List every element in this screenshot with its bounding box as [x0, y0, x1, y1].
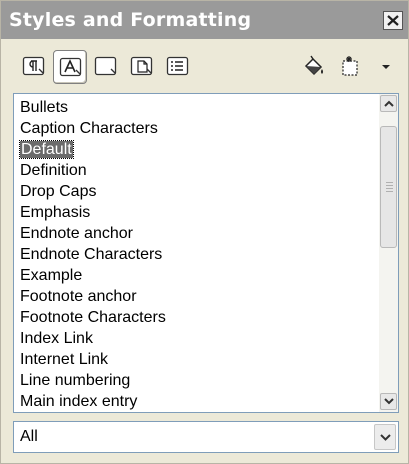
scroll-up-button[interactable]: [380, 95, 397, 112]
frame-styles-icon: [94, 56, 117, 76]
list-item[interactable]: Footnote anchor: [20, 287, 137, 307]
chevron-down-icon: [380, 434, 391, 441]
page-styles-icon: [130, 56, 153, 76]
page-styles-button[interactable]: [125, 50, 159, 84]
filter-value: All: [20, 428, 38, 445]
style-family-toolbar: [1, 45, 408, 95]
thumb-grip: [386, 185, 393, 186]
list-styles-button[interactable]: [161, 50, 195, 84]
list-item[interactable]: Bullets: [20, 98, 68, 118]
list-item[interactable]: Index Link: [20, 329, 93, 349]
filter-dropdown-button[interactable]: [374, 424, 396, 450]
list-item[interactable]: Endnote Characters: [20, 245, 162, 265]
frame-styles-button[interactable]: [89, 50, 123, 84]
styles-and-formatting-window: Styles and Formatting Bullets Caption Ch…: [0, 0, 409, 464]
list-item[interactable]: Main index entry: [20, 392, 137, 412]
thumb-grip: [386, 182, 393, 183]
style-filter-select[interactable]: All: [13, 421, 399, 453]
close-icon: [387, 15, 399, 26]
thumb-grip: [386, 191, 393, 192]
paragraph-styles-icon: [22, 56, 45, 76]
chevron-down-icon: [384, 398, 394, 405]
list-item[interactable]: Drop Caps: [20, 182, 96, 202]
list-item[interactable]: Endnote anchor: [20, 224, 133, 244]
window-title: Styles and Formatting: [9, 9, 252, 31]
list-item[interactable]: Definition: [20, 161, 87, 181]
list-item[interactable]: Line numbering: [20, 371, 130, 391]
list-item-selected[interactable]: Default: [19, 140, 74, 160]
list-item[interactable]: Caption Characters: [20, 119, 158, 139]
chevron-up-icon: [384, 100, 394, 107]
paragraph-styles-button[interactable]: [17, 50, 51, 84]
list-styles-icon: [166, 56, 189, 76]
paint-bucket-icon: [304, 55, 323, 76]
character-styles-icon: [59, 57, 82, 77]
scrollbar-thumb[interactable]: [380, 126, 397, 248]
character-styles-button[interactable]: [53, 50, 87, 84]
title-bar[interactable]: Styles and Formatting: [1, 1, 408, 39]
style-list[interactable]: Bullets Caption Characters Default Defin…: [13, 93, 399, 413]
list-item[interactable]: Footnote Characters: [20, 308, 166, 328]
thumb-grip: [386, 188, 393, 189]
list-item[interactable]: Emphasis: [20, 203, 90, 223]
fill-format-mode-button[interactable]: [297, 50, 331, 84]
new-style-dropdown-button[interactable]: [377, 50, 399, 84]
scroll-down-button[interactable]: [380, 393, 397, 410]
list-item[interactable]: Internet Link: [20, 350, 108, 370]
chevron-down-icon: [382, 65, 390, 69]
close-button[interactable]: [383, 11, 403, 30]
new-style-from-selection-button[interactable]: [335, 50, 369, 84]
vertical-scrollbar[interactable]: [379, 94, 398, 412]
new-style-icon: [342, 56, 358, 76]
list-item[interactable]: Example: [20, 266, 82, 286]
